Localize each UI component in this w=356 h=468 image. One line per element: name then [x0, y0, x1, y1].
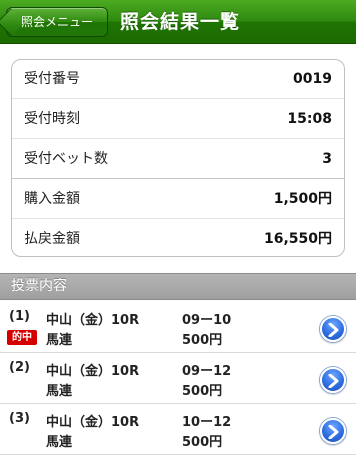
bet-combination: 10ー12 [182, 415, 232, 430]
bet-section-header: 投票内容 [0, 273, 356, 300]
summary-value: 16,550円 [263, 231, 332, 247]
summary-row-payout-amount: 払戻金額 16,550円 [12, 220, 344, 256]
bet-type: 馬連 [46, 435, 73, 450]
bet-amount: 500円 [182, 384, 223, 399]
summary-row-receipt-number: 受付番号 0019 [12, 60, 344, 99]
divider [12, 138, 344, 139]
bet-combination: 09ー10 [182, 313, 232, 328]
summary-row-purchase-amount: 購入金額 1,500円 [12, 180, 344, 219]
bet-list-item[interactable]: (1) 的中 中山（金）10R 馬連 09ー10 500円 [0, 303, 356, 353]
back-button[interactable]: 照会メニュー [0, 7, 108, 37]
bet-amount: 500円 [182, 435, 223, 450]
summary-value: 0019 [293, 71, 332, 87]
bet-type: 馬連 [46, 333, 73, 348]
bet-race: 中山（金）10R [46, 364, 140, 379]
detail-disclosure-icon[interactable] [320, 367, 346, 393]
summary-label: 受付ベット数 [24, 151, 108, 167]
back-button-label: 照会メニュー [21, 15, 94, 29]
summary-label: 払戻金額 [24, 231, 80, 247]
divider [12, 178, 344, 179]
summary-card: 受付番号 0019 受付時刻 15:08 受付ベット数 3 購入金額 1,500… [11, 59, 345, 257]
summary-value: 3 [322, 151, 332, 167]
summary-label: 受付番号 [24, 71, 80, 87]
detail-disclosure-icon[interactable] [320, 418, 346, 444]
bet-number: (1) [9, 309, 30, 324]
navigation-bar: 照会メニュー 照会結果一覧 [0, 0, 356, 44]
bet-combination: 09ー12 [182, 364, 232, 379]
summary-row-receipt-time: 受付時刻 15:08 [12, 100, 344, 139]
hit-badge: 的中 [7, 330, 37, 345]
divider [12, 98, 344, 99]
divider [12, 218, 344, 219]
summary-value: 1,500円 [273, 191, 332, 207]
bet-number: (3) [9, 411, 30, 426]
summary-label: 受付時刻 [24, 111, 80, 127]
bet-list-item[interactable]: (2) 中山（金）10R 馬連 09ー12 500円 [0, 354, 356, 404]
bet-list-item[interactable]: (3) 中山（金）10R 馬連 10ー12 500円 [0, 405, 356, 455]
bet-race: 中山（金）10R [46, 415, 140, 430]
bet-race: 中山（金）10R [46, 313, 140, 328]
summary-row-bet-count: 受付ベット数 3 [12, 140, 344, 179]
bet-amount: 500円 [182, 333, 223, 348]
bet-type: 馬連 [46, 384, 73, 399]
bet-number: (2) [9, 360, 30, 375]
detail-disclosure-icon[interactable] [320, 316, 346, 342]
summary-value: 15:08 [287, 111, 332, 127]
page-title: 照会結果一覧 [120, 11, 241, 33]
summary-label: 購入金額 [24, 191, 80, 207]
